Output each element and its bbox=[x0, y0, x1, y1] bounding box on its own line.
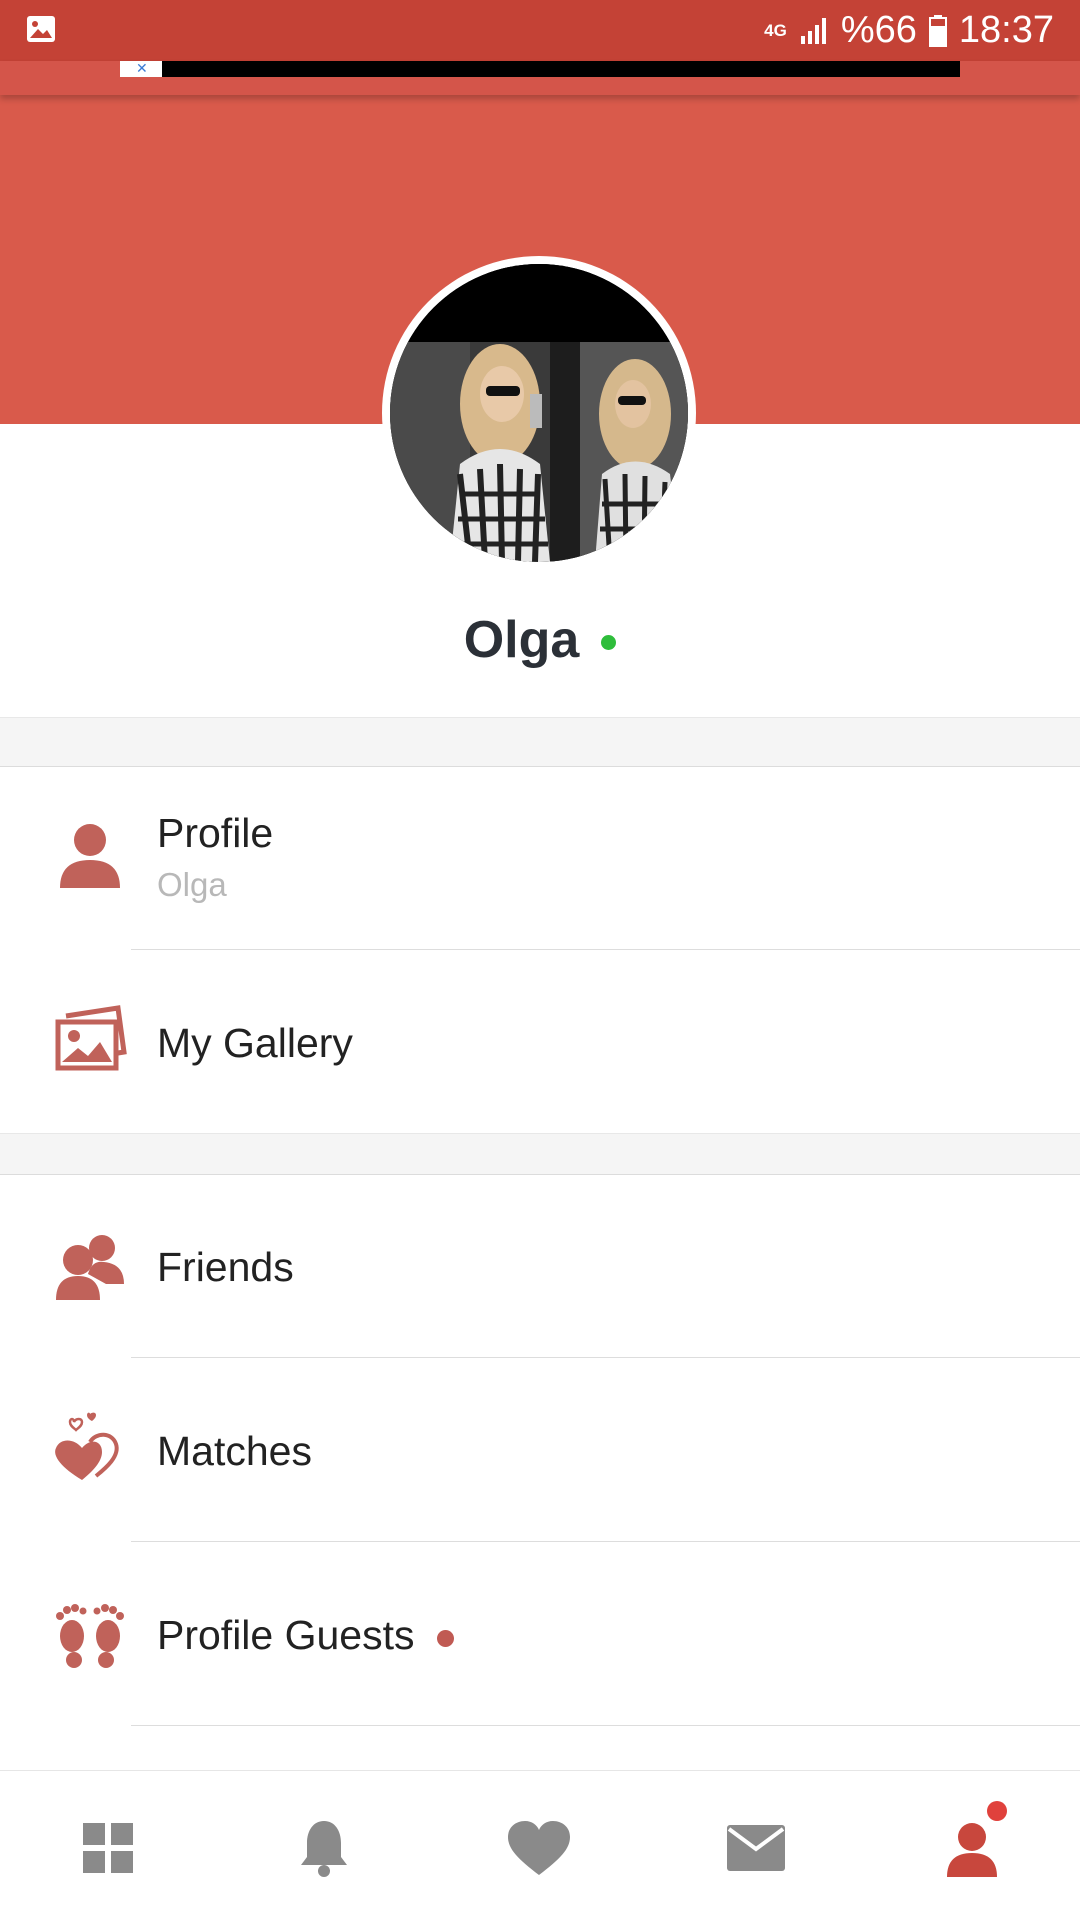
bell-icon[interactable] bbox=[289, 1813, 359, 1883]
menu-item-profile-guests[interactable]: Profile Guests bbox=[0, 1542, 1080, 1726]
avatar[interactable] bbox=[382, 256, 696, 570]
online-status-dot bbox=[601, 634, 617, 650]
profile-nav-icon[interactable] bbox=[937, 1813, 1007, 1883]
envelope-icon[interactable] bbox=[721, 1813, 791, 1883]
battery-icon bbox=[928, 14, 947, 47]
menu-item-label-wrap: Profile Guests bbox=[157, 1612, 454, 1659]
avatar-image bbox=[390, 264, 688, 562]
friends-icon bbox=[56, 1235, 124, 1300]
ad-close-icon[interactable]: ✕ bbox=[120, 61, 162, 77]
gallery-icon bbox=[55, 1005, 127, 1071]
toolbar: ✕ bbox=[0, 61, 1080, 95]
menu-item-matches[interactable]: Matches bbox=[0, 1358, 1080, 1542]
menu-item-profile[interactable]: Profile Olga bbox=[0, 766, 1080, 950]
profile-notification-badge bbox=[987, 1801, 1007, 1821]
image-notification-icon bbox=[27, 16, 55, 42]
profile-name-row: Olga bbox=[0, 600, 1080, 680]
menu-item-label: Friends bbox=[157, 1244, 294, 1290]
menu-item-label: Matches bbox=[157, 1428, 312, 1474]
battery-percent: %66 bbox=[840, 9, 917, 51]
hearts-icon bbox=[55, 1412, 119, 1480]
ad-banner[interactable]: ✕ bbox=[120, 61, 960, 77]
profile-name: Olga bbox=[463, 611, 580, 669]
menu-item-label: Profile Guests bbox=[157, 1612, 415, 1658]
menu-item-sublabel: Olga bbox=[157, 866, 227, 903]
status-bar: 4G %66 18:37 bbox=[0, 0, 1080, 61]
menu-item-label: Profile bbox=[157, 810, 274, 856]
status-bar-right: 4G %66 18:37 bbox=[764, 8, 1054, 53]
grid-icon[interactable] bbox=[73, 1813, 143, 1883]
menu-item-label: My Gallery bbox=[157, 1020, 353, 1066]
divider bbox=[131, 1725, 1080, 1726]
menu-item-friends[interactable]: Friends bbox=[0, 1174, 1080, 1358]
clock: 18:37 bbox=[958, 9, 1054, 51]
person-icon bbox=[60, 824, 120, 888]
section-separator bbox=[0, 1133, 1080, 1175]
menu-item-gallery[interactable]: My Gallery bbox=[0, 950, 1080, 1134]
network-type: 4G bbox=[764, 21, 787, 40]
avatar-photo bbox=[390, 264, 688, 562]
signal-icon bbox=[800, 17, 826, 44]
heart-icon[interactable] bbox=[504, 1813, 574, 1883]
section-separator bbox=[0, 717, 1080, 767]
new-guests-badge bbox=[436, 1629, 454, 1647]
footprints-icon bbox=[56, 1604, 124, 1668]
bottom-nav bbox=[0, 1770, 1080, 1921]
